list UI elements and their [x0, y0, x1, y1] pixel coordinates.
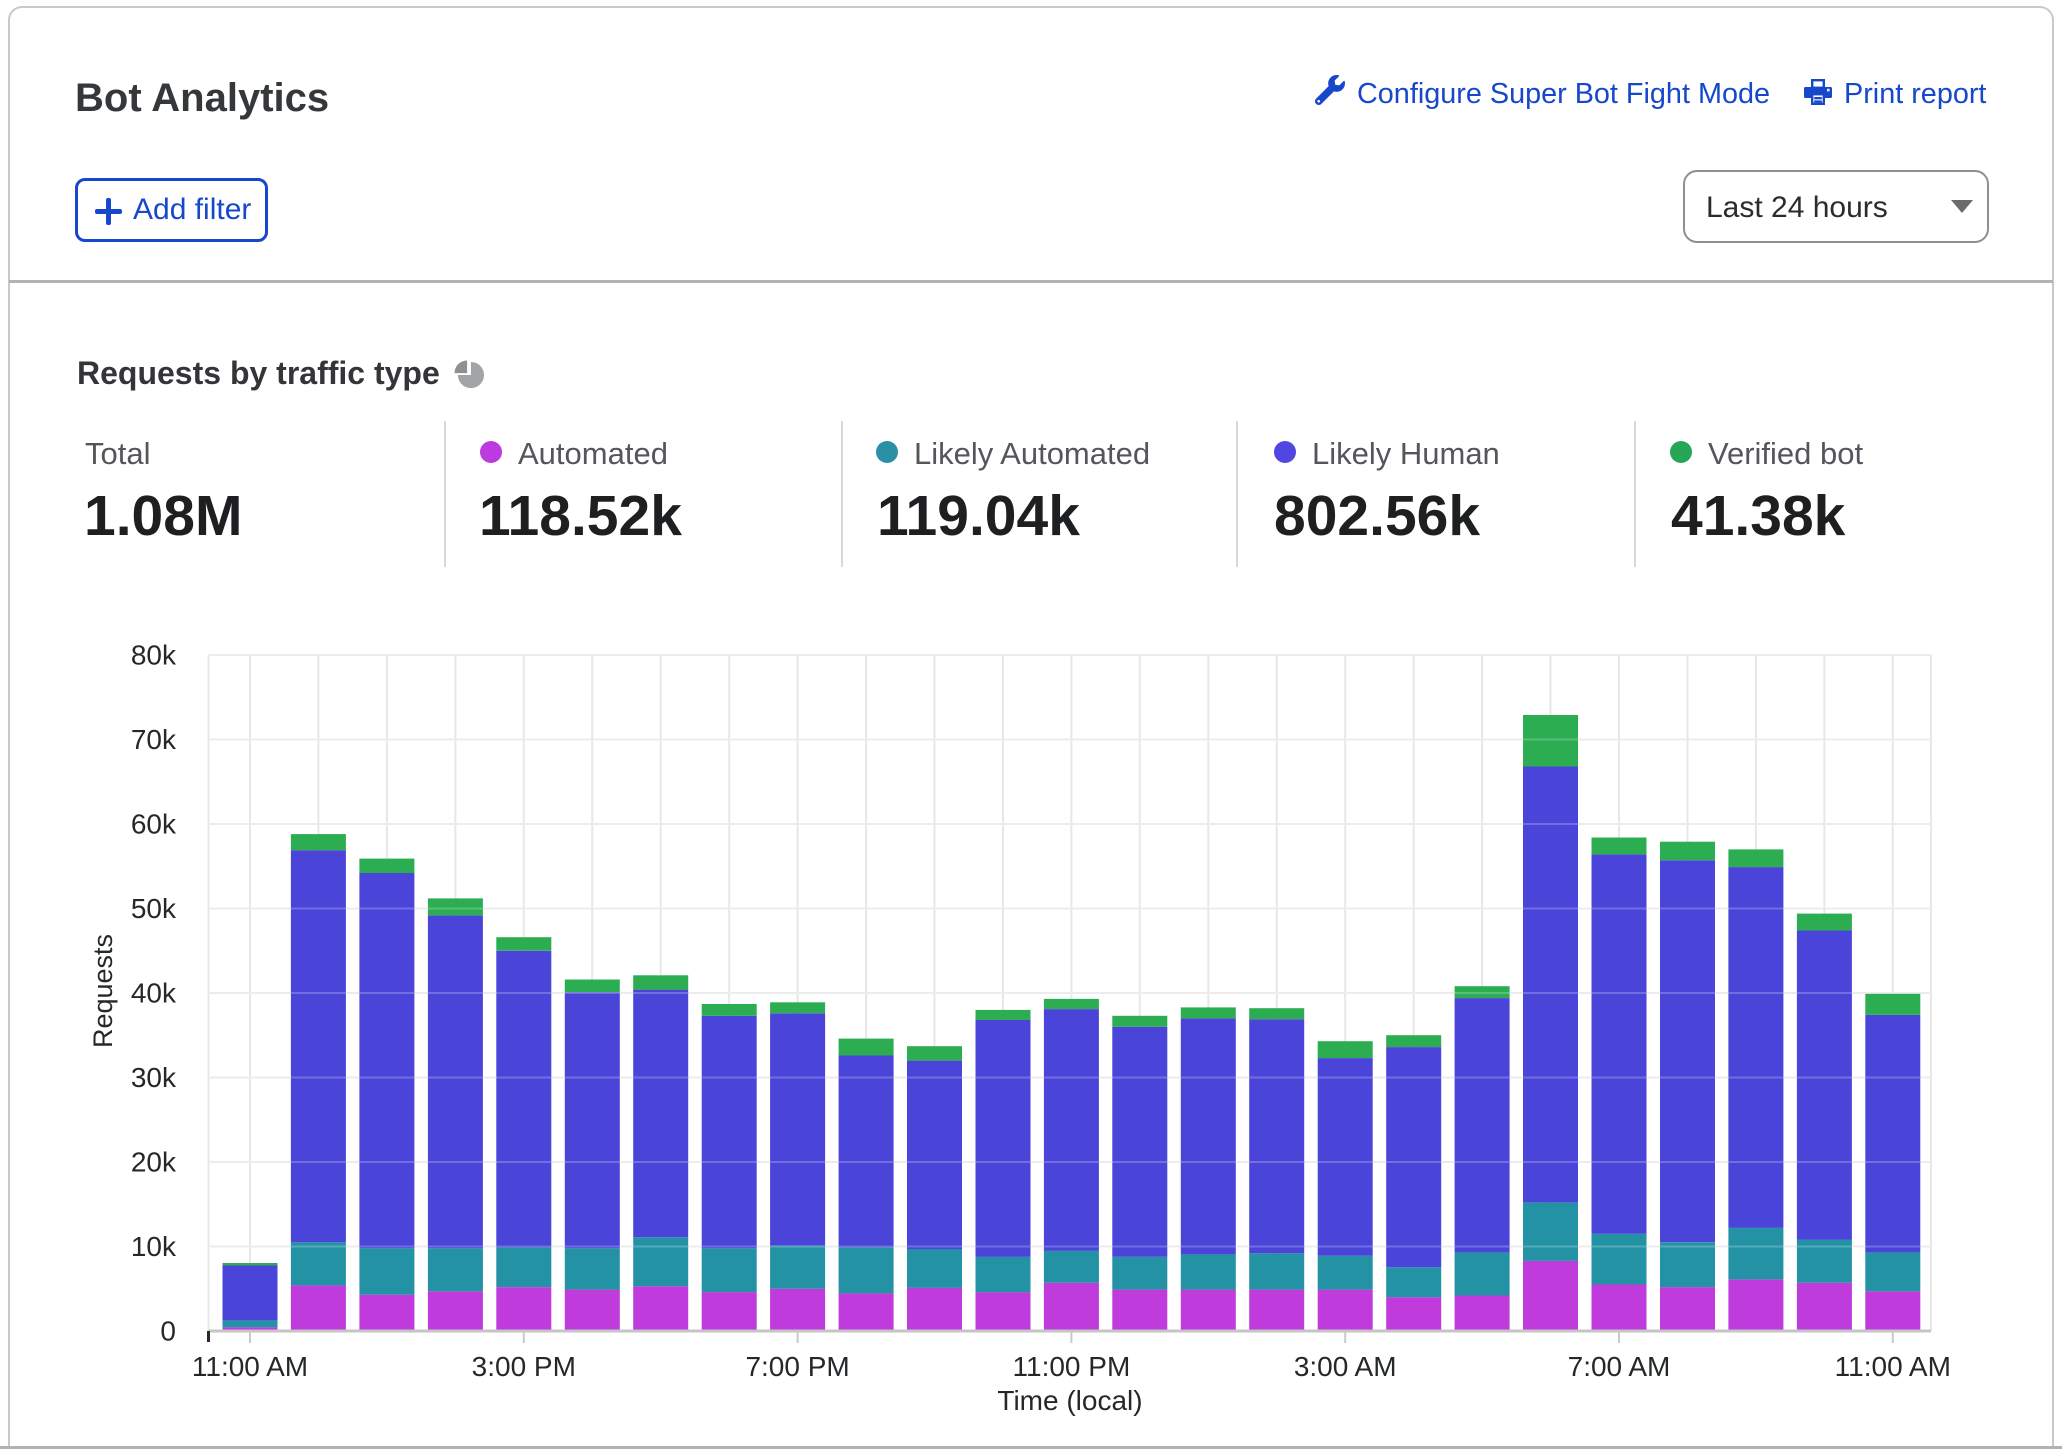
svg-text:50k: 50k: [131, 893, 177, 924]
svg-text:7:00 PM: 7:00 PM: [745, 1351, 849, 1382]
svg-text:40k: 40k: [131, 978, 177, 1009]
svg-text:3:00 PM: 3:00 PM: [472, 1351, 576, 1382]
svg-text:0: 0: [160, 1316, 176, 1347]
svg-text:70k: 70k: [131, 724, 177, 755]
svg-text:11:00 AM: 11:00 AM: [1835, 1351, 1951, 1382]
svg-text:20k: 20k: [131, 1147, 177, 1178]
svg-text:30k: 30k: [131, 1062, 177, 1093]
svg-text:11:00 PM: 11:00 PM: [1013, 1351, 1131, 1382]
svg-text:10k: 10k: [131, 1231, 177, 1262]
svg-text:3:00 AM: 3:00 AM: [1294, 1351, 1397, 1382]
svg-text:Time (local): Time (local): [997, 1385, 1142, 1416]
svg-text:60k: 60k: [131, 809, 177, 840]
svg-text:80k: 80k: [131, 640, 177, 671]
svg-text:11:00 AM: 11:00 AM: [192, 1351, 308, 1382]
svg-text:7:00 AM: 7:00 AM: [1568, 1351, 1671, 1382]
svg-text:Requests: Requests: [88, 934, 118, 1048]
